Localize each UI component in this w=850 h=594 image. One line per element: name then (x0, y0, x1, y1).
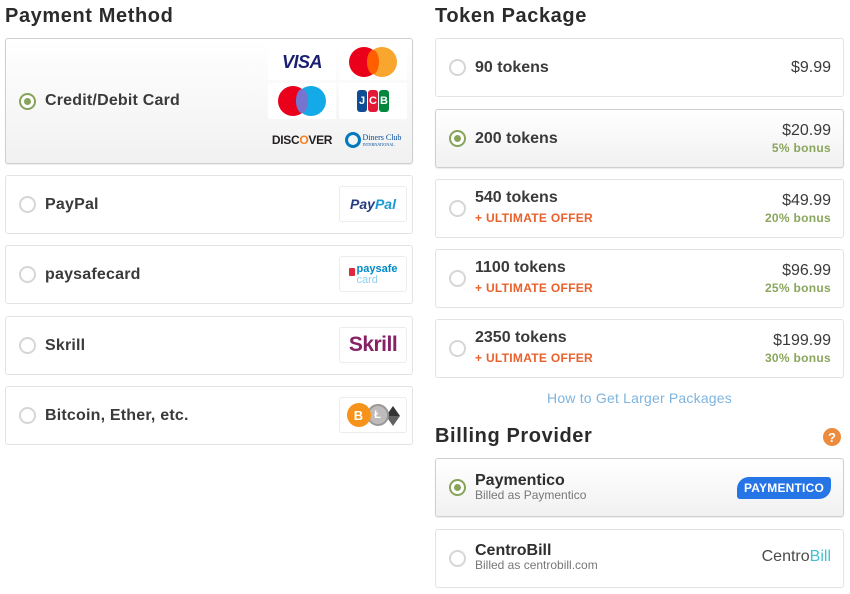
payment-option-crypto[interactable]: Bitcoin, Ether, etc. B Ł (5, 386, 413, 445)
billing-provider-subtitle: Billed as Paymentico (475, 488, 587, 502)
token-bonus: 20% bonus (764, 211, 831, 225)
token-bonus: 25% bonus (764, 281, 831, 295)
token-package-section: Token Package 90 tokens $9.99 200 tokens… (435, 0, 844, 588)
token-name: 1100 tokens (475, 259, 566, 276)
token-name: 540 tokens (475, 189, 558, 206)
token-price: $49.99 (782, 192, 831, 209)
radio-unselected[interactable] (449, 200, 466, 217)
token-bonus: 5% bonus (771, 141, 831, 155)
ultimate-offer-label: + ULTIMATE OFFER (475, 211, 594, 225)
radio-unselected[interactable] (19, 266, 36, 283)
radio-unselected[interactable] (449, 270, 466, 287)
radio-unselected[interactable] (19, 407, 36, 424)
bitcoin-icon: B (346, 403, 371, 427)
radio-selected[interactable] (449, 130, 466, 147)
payment-option-label: Credit/Debit Card (45, 92, 180, 109)
paysafecard-logo: paysafe card (339, 256, 407, 292)
skrill-logo: Skrill (339, 327, 407, 363)
token-price: $199.99 (773, 332, 831, 349)
radio-unselected[interactable] (449, 59, 466, 76)
payment-option-skrill[interactable]: Skrill Skrill (5, 316, 413, 375)
jcb-logo: J C B (339, 83, 407, 119)
token-name: 90 tokens (475, 59, 549, 76)
radio-selected[interactable] (19, 93, 36, 110)
token-option-200[interactable]: 200 tokens $20.99 5% bonus (435, 109, 844, 168)
token-bonus: 30% bonus (764, 351, 831, 365)
radio-unselected[interactable] (449, 340, 466, 357)
token-option-1100[interactable]: 1100 tokens + ULTIMATE OFFER $96.99 25% … (435, 249, 844, 308)
billing-option-centrobill[interactable]: CentroBill Billed as centrobill.com Cent… (435, 529, 844, 588)
paymentico-logo: PAYMENTICO (736, 477, 831, 499)
ultimate-offer-label: + ULTIMATE OFFER (475, 351, 594, 365)
radio-selected[interactable] (449, 479, 466, 496)
paypal-logo: PayPal (339, 186, 407, 222)
radio-unselected[interactable] (19, 196, 36, 213)
ultimate-offer-label: + ULTIMATE OFFER (475, 281, 594, 295)
diners-club-logo: Diners Club INTERNATIONAL (339, 122, 407, 158)
visa-logo: VISA (268, 44, 336, 80)
billing-provider-subtitle: Billed as centrobill.com (475, 558, 598, 572)
payment-option-paysafecard[interactable]: paysafecard paysafe card (5, 245, 413, 304)
card-logos: VISA J C B DISCOVER Diners Club INTERNAT… (268, 44, 407, 158)
larger-packages-link[interactable]: How to Get Larger Packages (435, 390, 844, 406)
token-name: 2350 tokens (475, 329, 567, 346)
payment-method-title: Payment Method (5, 5, 174, 27)
billing-provider-title: Billing Provider (435, 425, 593, 447)
diners-ring-icon (344, 132, 361, 148)
token-name: 200 tokens (475, 130, 558, 147)
mastercard-logo (339, 44, 407, 80)
token-price: $9.99 (790, 59, 831, 76)
payment-method-section: Payment Method Credit/Debit Card VISA J … (5, 0, 413, 445)
discover-logo: DISCOVER (271, 133, 333, 147)
billing-option-paymentico[interactable]: Paymentico Billed as Paymentico PAYMENTI… (435, 458, 844, 517)
token-price: $96.99 (782, 262, 831, 279)
token-price: $20.99 (782, 122, 831, 139)
token-option-540[interactable]: 540 tokens + ULTIMATE OFFER $49.99 20% b… (435, 179, 844, 238)
centrobill-logo: CentroBill (761, 548, 831, 565)
radio-unselected[interactable] (19, 337, 36, 354)
payment-option-label: Bitcoin, Ether, etc. (45, 407, 189, 424)
token-option-90[interactable]: 90 tokens $9.99 (435, 38, 844, 97)
lock-icon (348, 267, 355, 276)
maestro-logo (268, 83, 336, 119)
payment-option-label: Skrill (45, 337, 86, 354)
token-option-2350[interactable]: 2350 tokens + ULTIMATE OFFER $199.99 30%… (435, 319, 844, 378)
payment-option-label: PayPal (45, 196, 99, 213)
payment-option-paypal[interactable]: PayPal PayPal (5, 175, 413, 234)
help-icon[interactable]: ? (823, 428, 841, 446)
payment-option-card[interactable]: Credit/Debit Card VISA J C B DISCOVER Di… (5, 38, 413, 164)
crypto-logo: B Ł (339, 397, 407, 433)
payment-option-label: paysafecard (45, 266, 141, 283)
token-package-title: Token Package (435, 5, 587, 27)
radio-unselected[interactable] (449, 550, 466, 567)
